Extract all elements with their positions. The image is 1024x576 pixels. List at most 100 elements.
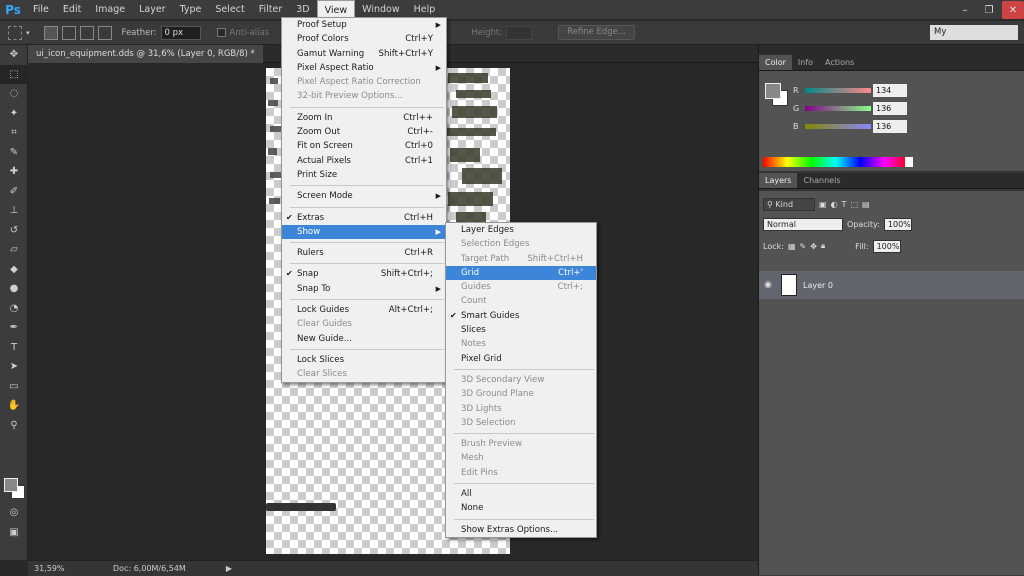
new-selection-icon[interactable] xyxy=(43,25,58,40)
menu-type[interactable]: Type xyxy=(173,0,209,20)
smart-object-filter-icon[interactable]: ▤ xyxy=(862,200,870,209)
eyedropper-tool-icon[interactable]: ✎ xyxy=(0,143,28,163)
quick-mask-icon[interactable]: ◎ xyxy=(0,503,28,523)
close-icon[interactable]: ✕ xyxy=(1002,1,1024,19)
layer-name[interactable]: Layer 0 xyxy=(803,281,833,290)
type-filter-icon[interactable]: T xyxy=(842,200,847,209)
subtract-selection-icon[interactable] xyxy=(79,25,94,40)
show-menu-item-grid[interactable]: Grid Ctrl+' xyxy=(446,265,596,281)
visibility-eye-icon[interactable]: ◉ xyxy=(759,280,777,290)
shape-filter-icon[interactable]: ⬚ xyxy=(850,200,858,209)
layer-row[interactable]: ◉ Layer 0 xyxy=(759,271,1024,299)
view-menu-item-screen-mode[interactable]: Screen Mode ▶ xyxy=(282,189,446,203)
kind-filter-select[interactable]: ⚲ Kind xyxy=(763,197,815,211)
view-menu-item-lock-slices[interactable]: Lock Slices xyxy=(282,353,446,367)
hand-tool-icon[interactable]: ✋ xyxy=(0,396,28,416)
lock-image-icon[interactable]: ✎ xyxy=(800,242,807,251)
lock-transparent-icon[interactable]: ▦ xyxy=(788,242,796,251)
status-menu-arrow-icon[interactable]: ▶ xyxy=(226,564,232,573)
show-menu-item-all[interactable]: All xyxy=(446,487,596,501)
type-tool-icon[interactable]: T xyxy=(0,338,28,358)
pixel-filter-icon[interactable]: ▣ xyxy=(819,200,827,209)
color-foreground-swatch[interactable] xyxy=(765,83,781,99)
magic-wand-tool-icon[interactable]: ✦ xyxy=(0,104,28,124)
green-slider[interactable] xyxy=(805,105,871,111)
dodge-tool-icon[interactable]: ◔ xyxy=(0,299,28,319)
brush-tool-icon[interactable]: ✐ xyxy=(0,182,28,202)
workspace-select[interactable]: My xyxy=(930,25,1018,40)
view-menu-item-zoom-out[interactable]: Zoom Out Ctrl+- xyxy=(282,125,446,139)
view-menu-item-show[interactable]: Show ▶ xyxy=(282,224,446,240)
blue-value-input[interactable]: 136 xyxy=(873,119,907,133)
color-spectrum-bw[interactable] xyxy=(905,157,913,167)
view-menu-item-proof-setup[interactable]: Proof Setup ▶ xyxy=(282,18,446,32)
show-menu-item-none[interactable]: None xyxy=(446,501,596,515)
view-menu-item-proof-colors[interactable]: Proof Colors Ctrl+Y xyxy=(282,32,446,46)
move-tool-icon[interactable]: ✥ xyxy=(0,45,28,65)
color-spectrum[interactable] xyxy=(763,157,909,167)
show-menu-item-show-extras-options[interactable]: Show Extras Options... xyxy=(446,523,596,537)
rectangle-tool-icon[interactable]: ▭ xyxy=(0,377,28,397)
lasso-tool-icon[interactable]: ◌ xyxy=(0,84,28,104)
height-input[interactable] xyxy=(506,25,533,40)
show-menu-item-layer-edges[interactable]: Layer Edges xyxy=(446,223,596,237)
blur-tool-icon[interactable]: ● xyxy=(0,279,28,299)
menu-select[interactable]: Select xyxy=(208,0,251,20)
restore-icon[interactable]: ❐ xyxy=(978,1,1000,19)
view-menu-item-fit-on-screen[interactable]: Fit on Screen Ctrl+0 xyxy=(282,139,446,153)
blue-slider[interactable] xyxy=(805,123,871,129)
foreground-color-swatch[interactable] xyxy=(4,478,18,492)
tab-color[interactable]: Color xyxy=(759,55,792,70)
add-selection-icon[interactable] xyxy=(61,25,76,40)
lock-all-icon[interactable]: 🔒︎ xyxy=(821,241,825,251)
marquee-preset-icon[interactable] xyxy=(8,25,22,40)
view-menu-item-print-size[interactable]: Print Size xyxy=(282,168,446,182)
screen-mode-icon[interactable]: ▣ xyxy=(0,523,28,543)
green-value-input[interactable]: 136 xyxy=(873,101,907,115)
view-menu-item-lock-guides[interactable]: Lock Guides Alt+Ctrl+; xyxy=(282,303,446,317)
pen-tool-icon[interactable]: ✒ xyxy=(0,318,28,338)
blend-mode-select[interactable]: Normal xyxy=(763,217,843,231)
red-value-input[interactable]: 134 xyxy=(873,83,907,97)
minimize-icon[interactable]: – xyxy=(954,1,976,19)
show-menu-item-smart-guides[interactable]: ✔ Smart Guides xyxy=(446,309,596,323)
view-menu-item-pixel-aspect-ratio[interactable]: Pixel Aspect Ratio ▶ xyxy=(282,61,446,75)
tab-actions[interactable]: Actions xyxy=(819,55,860,70)
menu-image[interactable]: Image xyxy=(88,0,132,20)
view-menu-item-snap[interactable]: ✔ Snap Shift+Ctrl+; xyxy=(282,267,446,281)
refine-edge-button[interactable]: Refine Edge... xyxy=(558,25,635,40)
healing-brush-tool-icon[interactable]: ✚ xyxy=(0,162,28,182)
view-menu-item-gamut-warning[interactable]: Gamut Warning Shift+Ctrl+Y xyxy=(282,47,446,61)
rectangular-marquee-tool-icon[interactable]: ⬚ xyxy=(0,64,28,84)
antialias-checkbox[interactable] xyxy=(216,28,226,37)
path-selection-tool-icon[interactable]: ➤ xyxy=(0,357,28,377)
view-menu-item-extras[interactable]: ✔ Extras Ctrl+H xyxy=(282,211,446,225)
adjustment-filter-icon[interactable]: ◐ xyxy=(831,200,838,209)
tab-info[interactable]: Info xyxy=(792,55,819,70)
history-brush-tool-icon[interactable]: ↺ xyxy=(0,221,28,241)
feather-input[interactable]: 0 px xyxy=(160,25,201,40)
preset-dropdown-icon[interactable]: ▾ xyxy=(26,29,30,37)
view-menu-item-zoom-in[interactable]: Zoom In Ctrl++ xyxy=(282,111,446,125)
crop-tool-icon[interactable]: ⌗ xyxy=(0,123,28,143)
tab-layers[interactable]: Layers xyxy=(759,173,798,188)
clone-stamp-tool-icon[interactable]: ⊥ xyxy=(0,201,28,221)
tab-channels[interactable]: Channels xyxy=(797,173,846,188)
eraser-tool-icon[interactable]: ▱ xyxy=(0,240,28,260)
lock-position-icon[interactable]: ✥ xyxy=(810,242,817,251)
show-menu-item-slices[interactable]: Slices xyxy=(446,323,596,337)
paint-bucket-tool-icon[interactable]: ◆ xyxy=(0,260,28,280)
fill-input[interactable]: 100% xyxy=(872,239,901,253)
document-tab[interactable]: ui_icon_equipment.dds @ 31,6% (Layer 0, … xyxy=(28,45,263,63)
show-menu-item-pixel-grid[interactable]: Pixel Grid xyxy=(446,352,596,366)
view-menu-item-snap-to[interactable]: Snap To ▶ xyxy=(282,282,446,296)
intersect-selection-icon[interactable] xyxy=(97,25,112,40)
view-menu-item-new-guide[interactable]: New Guide... xyxy=(282,332,446,346)
menu-file[interactable]: File xyxy=(26,0,56,20)
view-menu-item-actual-pixels[interactable]: Actual Pixels Ctrl+1 xyxy=(282,154,446,168)
opacity-input[interactable]: 100% xyxy=(883,217,912,231)
zoom-level[interactable]: 31,59% xyxy=(28,564,73,573)
view-menu-item-rulers[interactable]: Rulers Ctrl+R xyxy=(282,246,446,260)
red-slider[interactable] xyxy=(805,87,871,93)
menu-layer[interactable]: Layer xyxy=(132,0,173,20)
